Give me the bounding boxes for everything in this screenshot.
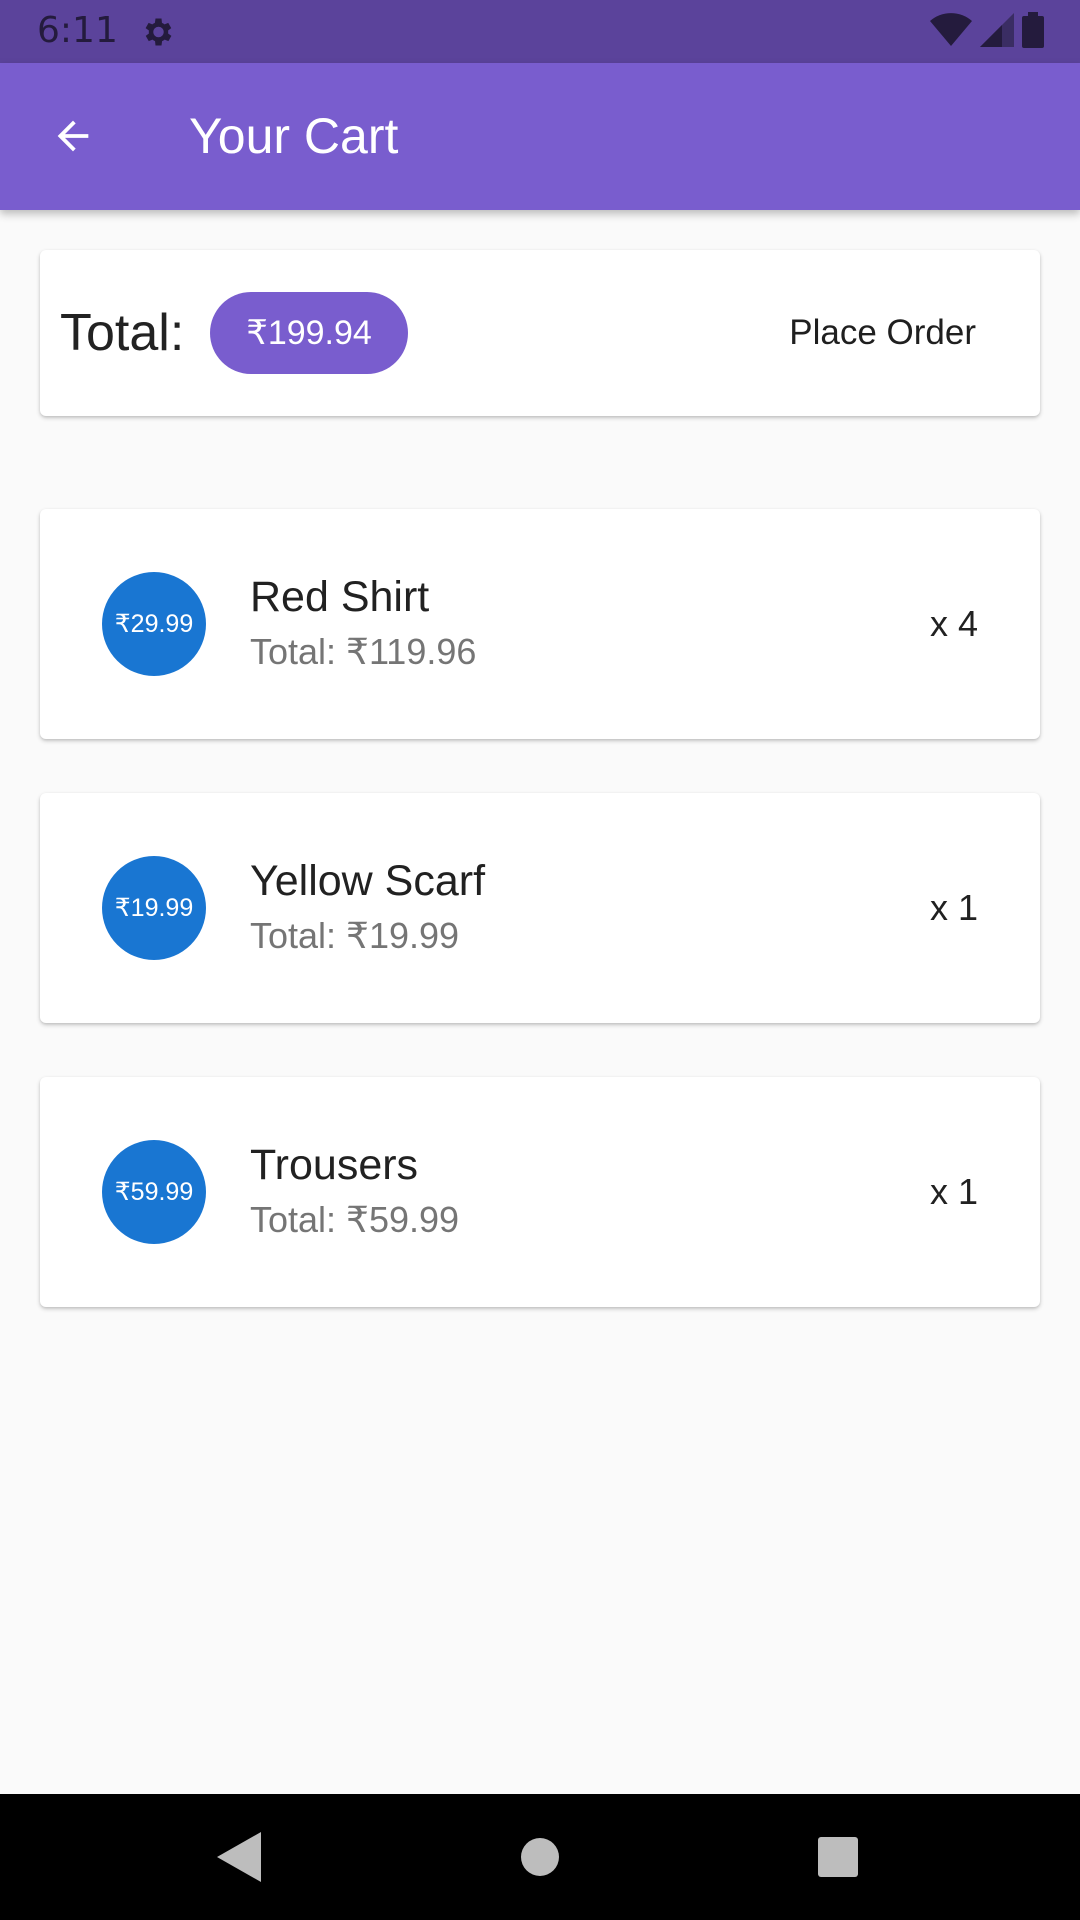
back-button[interactable] — [40, 103, 106, 169]
nav-recents-icon — [818, 1837, 858, 1877]
cart-summary-card: Total: ₹199.94 Place Order — [40, 250, 1040, 416]
app-bar: Your Cart — [0, 63, 1080, 210]
item-subtotal: Total: ₹59.99 — [250, 1199, 460, 1240]
cart-item: ₹29.99 Red Shirt Total: ₹119.96 x 4 — [40, 509, 1040, 739]
item-quantity: x 1 — [929, 887, 978, 928]
cart-item: ₹59.99 Trousers Total: ₹59.99 x 1 — [40, 1077, 1040, 1307]
item-name: Yellow Scarf — [250, 857, 486, 905]
total-label: Total: — [60, 304, 185, 362]
battery-icon — [1022, 11, 1044, 53]
nav-back-icon — [217, 1832, 261, 1882]
nav-home-icon — [521, 1838, 559, 1876]
signal-icon — [980, 12, 1014, 52]
item-name: Red Shirt — [250, 573, 430, 621]
item-subtotal: Total: ₹19.99 — [250, 915, 460, 956]
price-avatar: ₹59.99 — [102, 1140, 206, 1244]
item-subtotal: Total: ₹119.96 — [250, 631, 477, 672]
system-nav-bar — [0, 1794, 1080, 1920]
status-time: 6:11 — [37, 10, 118, 51]
total-amount-chip: ₹199.94 — [210, 292, 408, 374]
page-title: Your Cart — [189, 108, 399, 164]
price-avatar: ₹19.99 — [102, 856, 206, 960]
item-name: Trousers — [250, 1141, 419, 1189]
gear-icon — [139, 14, 175, 50]
price-label: ₹29.99 — [114, 610, 194, 638]
nav-home-button[interactable] — [507, 1824, 573, 1890]
price-label: ₹19.99 — [114, 894, 194, 922]
nav-recents-button[interactable] — [805, 1824, 871, 1890]
wifi-icon — [930, 12, 972, 52]
cart-item: ₹19.99 Yellow Scarf Total: ₹19.99 x 1 — [40, 793, 1040, 1023]
status-bar: 6:11 — [0, 0, 1080, 63]
item-quantity: x 4 — [929, 603, 978, 644]
nav-back-button[interactable] — [206, 1824, 272, 1890]
place-order-button[interactable]: Place Order — [765, 293, 1000, 373]
item-quantity: x 1 — [929, 1171, 978, 1212]
price-label: ₹59.99 — [114, 1178, 194, 1206]
status-icons — [930, 11, 1044, 53]
total-amount: ₹199.94 — [246, 314, 372, 352]
arrow-back-icon — [57, 120, 89, 152]
price-avatar: ₹29.99 — [102, 572, 206, 676]
